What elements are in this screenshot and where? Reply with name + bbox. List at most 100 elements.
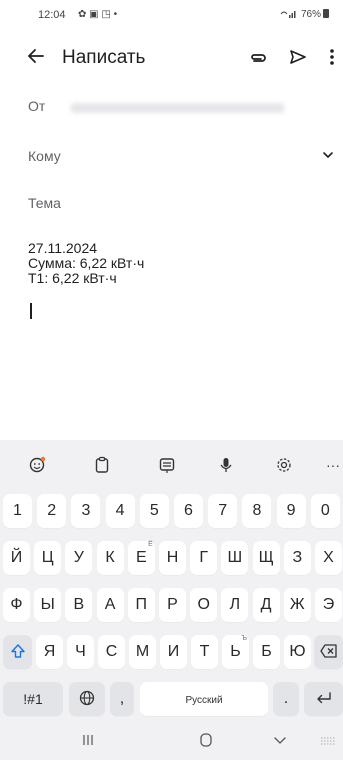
keyboard-mode-icon[interactable] <box>157 455 177 475</box>
key[interactable]: В <box>65 588 93 622</box>
key[interactable]: 7 <box>208 494 238 528</box>
chevron-down-icon[interactable] <box>321 148 335 162</box>
key[interactable]: Г <box>190 541 218 575</box>
key[interactable]: Н <box>159 541 186 575</box>
signal-icon <box>280 9 301 20</box>
key[interactable]: Ы <box>34 588 62 622</box>
keyboard-switch-icon[interactable] <box>318 730 338 750</box>
key-label: 2 <box>47 502 57 519</box>
letter-key-row-2: ФЫ В А П Р О Л ДЖЭ <box>0 586 343 624</box>
key-label: В <box>73 596 85 613</box>
key[interactable]: Л <box>221 588 249 622</box>
recent-apps-icon[interactable] <box>78 730 98 750</box>
key[interactable]: 4 <box>105 494 135 528</box>
key[interactable]: М <box>129 635 156 669</box>
key[interactable]: Щ <box>252 541 280 575</box>
key[interactable]: 3 <box>71 494 101 528</box>
from-row[interactable]: От <box>0 98 343 138</box>
key[interactable]: 5 <box>139 494 169 528</box>
key[interactable]: Ж <box>283 588 311 622</box>
space-key-label: Русский <box>185 695 223 706</box>
hide-keyboard-chevron-icon[interactable] <box>270 730 290 750</box>
key[interactable]: У <box>65 541 93 575</box>
body-line: Сумма: 6,22 кВт·ч <box>28 255 145 271</box>
key[interactable]: З <box>283 541 311 575</box>
to-label: Кому <box>28 148 61 164</box>
backspace-key[interactable] <box>314 635 343 669</box>
key-label: З <box>292 549 303 566</box>
letter-key-row-3: Я Ч СМИ Т ЬЪ БЮ <box>0 633 343 671</box>
to-field[interactable]: Кому <box>0 148 343 188</box>
key-label: Н <box>166 549 179 566</box>
emoji-icon[interactable] <box>27 455 47 475</box>
key[interactable]: Ш <box>221 541 249 575</box>
attach-icon[interactable] <box>248 48 268 68</box>
key[interactable]: К <box>96 541 124 575</box>
key-label: 7 <box>218 502 228 519</box>
key[interactable]: 2 <box>37 494 67 528</box>
keyboard-toolbar: ··· <box>0 440 343 490</box>
key-label: 4 <box>115 502 125 519</box>
more-options-icon[interactable]: ··· <box>326 455 343 475</box>
key[interactable]: Э <box>315 588 342 622</box>
key-label: 9 <box>286 502 296 519</box>
subject-field[interactable]: Тема <box>0 195 343 235</box>
symbols-key[interactable]: !#1 <box>3 682 63 716</box>
key[interactable]: ЬЪ <box>222 635 249 669</box>
back-arrow-icon[interactable] <box>26 46 46 66</box>
language-globe-key[interactable] <box>69 682 105 716</box>
key[interactable]: А <box>96 588 124 622</box>
enter-key[interactable] <box>304 682 343 716</box>
key-label: Э <box>322 596 335 613</box>
key-label: Г <box>199 549 209 566</box>
shift-key[interactable] <box>3 635 32 669</box>
key-label: Ю <box>289 643 306 660</box>
bottom-key-row: !#1 , Русский . <box>0 680 343 718</box>
subject-label: Тема <box>28 195 61 211</box>
microphone-icon[interactable] <box>216 455 236 475</box>
status-bar: 12:04 ✿ ▣ ◳ • 76% <box>0 0 343 30</box>
key[interactable]: Д <box>252 588 280 622</box>
key[interactable]: Ч <box>67 635 94 669</box>
home-icon[interactable] <box>196 730 216 750</box>
key-label: Ц <box>41 549 54 566</box>
key[interactable]: ЕЁ <box>127 541 155 575</box>
key-hint: Ё <box>148 541 153 548</box>
key-label: К <box>105 549 115 566</box>
key[interactable]: Б <box>253 635 280 669</box>
key[interactable]: Р <box>159 588 186 622</box>
key[interactable]: Я <box>36 635 63 669</box>
text-cursor <box>30 303 32 319</box>
key[interactable]: И <box>160 635 187 669</box>
period-key[interactable]: . <box>273 682 299 716</box>
status-notification-icons: ✿ ▣ ◳ • <box>78 9 118 20</box>
key[interactable]: 6 <box>174 494 203 528</box>
from-address-redacted <box>70 103 285 113</box>
key-label: Е <box>135 549 147 566</box>
compose-app-bar: Написать <box>0 38 343 78</box>
more-vert-icon[interactable] <box>322 47 342 67</box>
send-icon[interactable] <box>288 47 308 67</box>
key[interactable]: Т <box>191 635 218 669</box>
key[interactable]: 1 <box>3 494 32 528</box>
status-time: 12:04 <box>38 9 66 21</box>
key[interactable]: Ю <box>284 635 311 669</box>
message-body[interactable]: 27.11.2024 Сумма: 6,22 кВт·ч Т1: 6,22 кВ… <box>28 241 144 286</box>
settings-gear-icon[interactable] <box>274 455 294 475</box>
letter-key-row-1: Й Ц У К ЕЁ Н Г ШЩ З Х <box>0 539 343 577</box>
key-label: Я <box>43 643 56 660</box>
key[interactable]: О <box>190 588 218 622</box>
key[interactable]: С <box>98 635 125 669</box>
comma-key[interactable]: , <box>110 682 134 716</box>
key[interactable]: П <box>127 588 155 622</box>
key[interactable]: Х <box>315 541 342 575</box>
key[interactable]: 8 <box>242 494 272 528</box>
space-key[interactable]: Русский <box>140 682 268 716</box>
key-label: У <box>73 549 84 566</box>
key[interactable]: Ф <box>3 588 30 622</box>
key[interactable]: 0 <box>310 494 340 528</box>
key[interactable]: 9 <box>276 494 306 528</box>
key[interactable]: Й <box>3 541 30 575</box>
key[interactable]: Ц <box>34 541 62 575</box>
clipboard-icon[interactable] <box>92 455 112 475</box>
